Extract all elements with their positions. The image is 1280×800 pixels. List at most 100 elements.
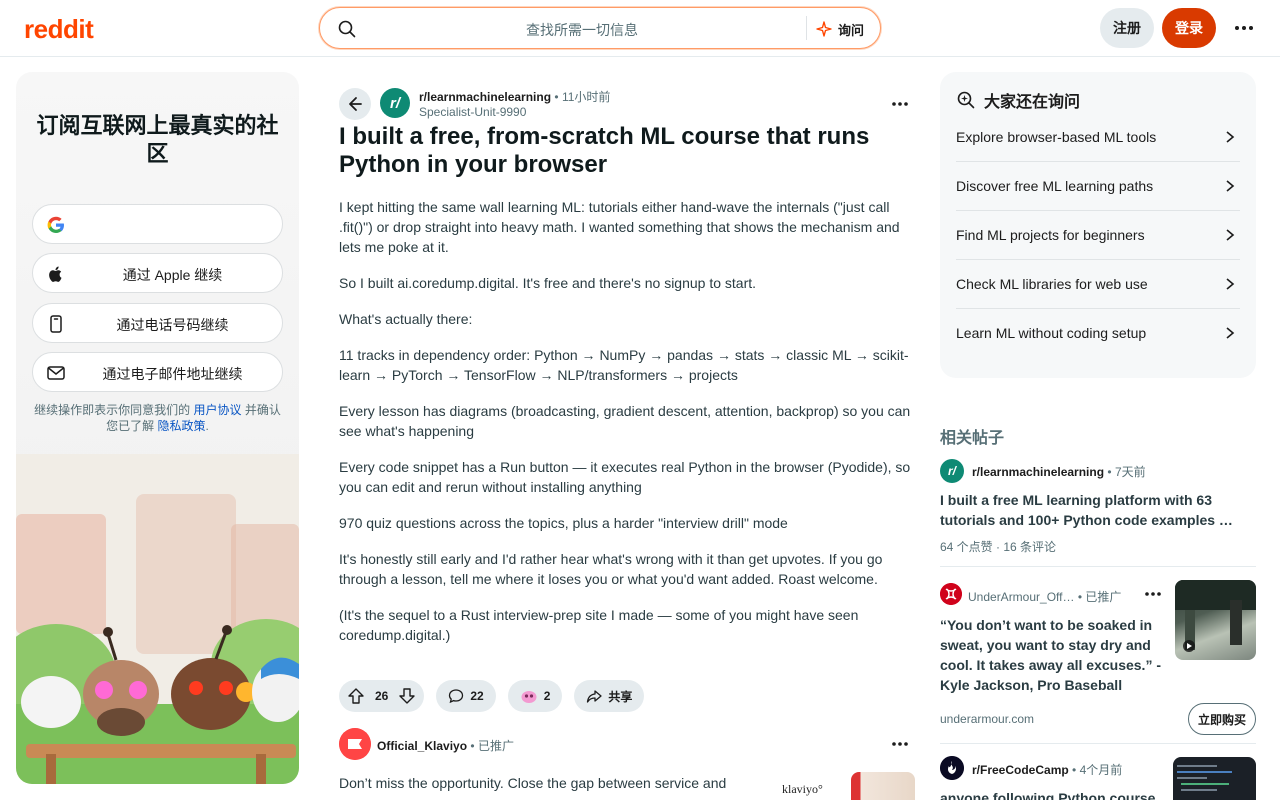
post-paragraph: Every lesson has diagrams (broadcasting,… [339, 403, 911, 439]
search-input[interactable]: 查找所需一切信息 [380, 20, 784, 40]
google-icon [47, 216, 64, 233]
google-signin-button[interactable] [32, 204, 283, 244]
post-paragraph: So I built ai.coredump.digital. It's fre… [339, 275, 757, 291]
ad-meta: Official_Klaviyo • 已推广 [377, 739, 514, 753]
upvote-icon[interactable] [347, 687, 365, 705]
post-paragraph: It's honestly still early and I'd rather… [339, 551, 883, 587]
ad-thumbnail[interactable] [851, 772, 915, 800]
chevron-right-icon [1226, 229, 1235, 241]
post-paragraph: What's actually there: [339, 311, 473, 327]
related-post-thumbnail[interactable] [1173, 757, 1256, 800]
ask-card-header: 大家还在询问 [956, 88, 1080, 112]
subreddit-link[interactable]: r/learnmachinelearning [419, 90, 551, 104]
award-count: 2 [543, 689, 551, 703]
search-divider [806, 16, 807, 40]
promoted-post[interactable]: Official_Klaviyo • 已推广 Don’t miss the op… [339, 728, 915, 800]
login-button[interactable]: 登录 [1162, 8, 1216, 48]
divider [940, 566, 1256, 567]
user-agreement-link[interactable]: 用户协议 [193, 403, 241, 417]
more-options-icon[interactable] [1232, 18, 1256, 38]
code-screenshot-thumbnail [1177, 765, 1232, 791]
post-options-icon[interactable] [888, 94, 912, 114]
related-ad-meta: UnderArmour_Off… • 已推广 [968, 590, 1122, 604]
ask-search-icon [957, 91, 975, 109]
signup-card: 订阅互联网上最真实的社区 通过 Apple 继续 通过电话号码继续 通过电子邮件… [16, 72, 299, 784]
ask-item[interactable]: Discover free ML learning paths [956, 162, 1240, 211]
comment-count: 22 [470, 689, 484, 703]
post-title: I built a free, from-scratch ML course t… [339, 123, 870, 178]
ask-item[interactable]: Find ML projects for beginners [956, 211, 1240, 260]
comment-icon [449, 689, 464, 704]
ad-text: Don’t miss the opportunity. Close the ga… [339, 775, 727, 791]
ask-label: 询问 [838, 22, 865, 38]
share-button[interactable]: 共享 [574, 680, 645, 712]
chevron-right-icon [1226, 327, 1235, 339]
award-button[interactable]: 2 [507, 680, 563, 712]
divider [940, 743, 1256, 744]
related-ad-title[interactable]: “You don’t want to be soaked in sweat, y… [940, 615, 1168, 695]
people-also-ask-card: 大家还在询问 Explore browser-based ML tools Di… [940, 72, 1256, 378]
back-button[interactable] [339, 88, 371, 120]
chevron-right-icon [1226, 278, 1235, 290]
apple-signin-button[interactable]: 通过 Apple 继续 [32, 253, 283, 293]
related-subreddit[interactable]: r/FreeCodeCamp [972, 763, 1069, 777]
post-paragraph: 11 tracks in dependency order: Python → … [339, 347, 909, 383]
ad-options-icon[interactable] [888, 734, 912, 754]
ask-item[interactable]: Check ML libraries for web use [956, 260, 1240, 309]
phone-icon [50, 315, 62, 333]
post-time: 11小时前 [561, 90, 611, 104]
post-actions: 26 22 2 共享 [339, 680, 645, 712]
phone-label: 通过电话号码继续 [116, 317, 229, 333]
share-icon [587, 690, 603, 703]
vote-count: 26 [375, 689, 389, 703]
underarmour-avatar[interactable] [940, 583, 962, 605]
reddit-logo[interactable]: reddit [24, 14, 94, 45]
post-paragraph: Every code snippet has a Run button — it… [339, 459, 911, 495]
ad-domain[interactable]: underarmour.com [940, 712, 1034, 726]
subreddit-avatar[interactable]: r/ [940, 459, 964, 483]
related-advertiser[interactable]: UnderArmour_Off… [968, 590, 1074, 604]
advertiser-name[interactable]: Official_Klaviyo [377, 739, 467, 753]
comments-button[interactable]: 22 [436, 680, 496, 712]
related-subreddit[interactable]: r/learnmachinelearning [972, 465, 1104, 479]
post-paragraph: (It's the sequel to a Rust interview-pre… [339, 607, 859, 643]
downvote-icon[interactable] [398, 687, 416, 705]
award-icon [521, 691, 537, 703]
post-body: I kept hitting the same wall learning ML… [339, 197, 915, 661]
post-author[interactable]: Specialist-Unit-9990 [419, 105, 526, 119]
vote-control: 26 [339, 680, 425, 712]
post-paragraph: 970 quiz questions across the topics, pl… [339, 515, 788, 531]
subreddit-avatar[interactable]: r/ [380, 88, 410, 118]
register-button[interactable]: 注册 [1100, 8, 1154, 48]
ask-button[interactable]: 询问 [816, 17, 864, 41]
related-post-title[interactable]: I built a free ML learning platform with… [940, 490, 1240, 530]
ask-item[interactable]: Explore browser-based ML tools [956, 113, 1240, 162]
related-post-meta: r/learnmachinelearning • 7天前 [972, 465, 1146, 479]
related-posts-heading: 相关帖子 [940, 430, 1005, 447]
klaviyo-logo: klaviyo° [782, 782, 823, 796]
email-signin-button[interactable]: 通过电子邮件地址继续 [32, 352, 283, 392]
ask-card-title: 大家还在询问 [984, 94, 1081, 111]
phone-signin-button[interactable]: 通过电话号码继续 [32, 303, 283, 343]
chevron-right-icon [1226, 131, 1235, 143]
post-paragraph: I kept hitting the same wall learning ML… [339, 199, 900, 255]
mail-icon [47, 366, 65, 380]
freecodecamp-avatar[interactable] [940, 756, 964, 780]
promoted-label: 已推广 [477, 739, 514, 753]
terms-text: 继续操作即表示你同意我们的 用户协议 并确认您已了解 隐私政策. [34, 403, 281, 433]
search-bar[interactable]: 查找所需一切信息 询问 [319, 7, 881, 49]
sparkle-icon [816, 21, 832, 37]
buy-now-button[interactable]: 立即购买 [1188, 703, 1256, 735]
related-post-meta: r/FreeCodeCamp • 4个月前 [972, 763, 1123, 777]
post-meta: r/learnmachinelearning • 11小时前 [419, 90, 611, 104]
related-ad-options-icon[interactable] [1141, 584, 1165, 604]
ad-video-thumbnail[interactable] [1175, 580, 1256, 660]
apple-label: 通过 Apple 继续 [122, 267, 223, 283]
related-post-stats: 64 个点赞 · 16 条评论 [940, 540, 1057, 554]
snoo-characters-illustration [16, 454, 299, 784]
related-post-title[interactable]: anyone following Python course [940, 788, 1160, 800]
chevron-right-icon [1226, 180, 1235, 192]
ask-item[interactable]: Learn ML without coding setup [956, 309, 1240, 358]
privacy-policy-link[interactable]: 隐私政策 [158, 419, 206, 433]
advertiser-avatar [339, 728, 371, 760]
